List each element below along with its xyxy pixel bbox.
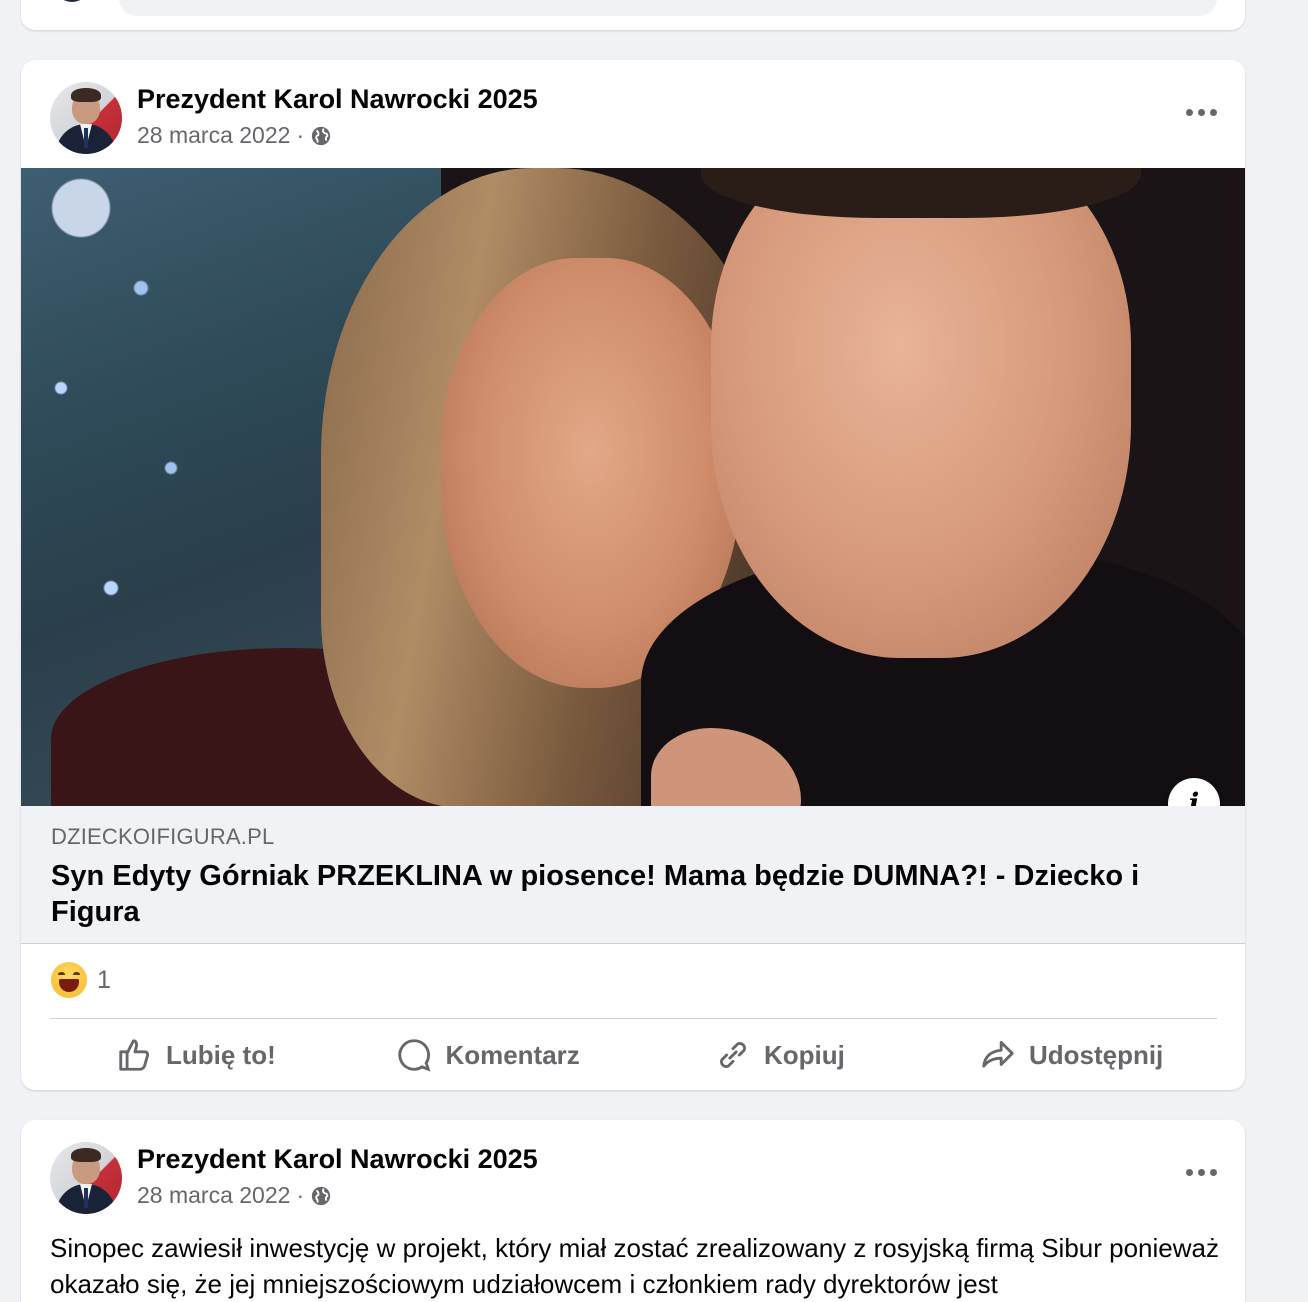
more-options-button[interactable] <box>1147 98 1217 126</box>
post-meta: 28 marca 2022 · <box>137 1182 332 1209</box>
post-actions: Lubię to! Komentarz Kopiuj Udostępnij <box>50 1024 1217 1086</box>
like-button[interactable]: Lubię to! <box>50 1024 342 1086</box>
meta-separator: · <box>296 1182 305 1208</box>
globe-icon <box>311 126 331 145</box>
like-icon <box>119 1039 150 1071</box>
post-header: Prezydent Karol Nawrocki 2025 28 marca 2… <box>21 1120 1245 1228</box>
post-meta: 28 marca 2022 · <box>137 122 332 149</box>
account-switcher[interactable]: ⌄ <box>55 0 97 12</box>
meta-separator: · <box>296 122 305 148</box>
divider <box>50 1018 1217 1019</box>
post-author[interactable]: Prezydent Karol Nawrocki 2025 <box>137 84 538 115</box>
reactions-summary[interactable]: 1 <box>51 962 111 998</box>
post-header: Prezydent Karol Nawrocki 2025 28 marca 2… <box>21 60 1245 168</box>
avatar[interactable] <box>50 1142 122 1214</box>
comment-icon <box>398 1039 431 1072</box>
more-options-button[interactable] <box>1147 1158 1217 1186</box>
share-button[interactable]: Udostępnij <box>925 1024 1217 1086</box>
post-card: Prezydent Karol Nawrocki 2025 28 marca 2… <box>21 1120 1245 1302</box>
composer-card: ⌄ <box>21 0 1245 30</box>
avatar <box>55 0 89 2</box>
comment-button[interactable]: Komentarz <box>342 1024 634 1086</box>
reaction-count: 1 <box>97 965 111 994</box>
post-text: Sinopec zawiesił inwestycję w projekt, k… <box>50 1233 1219 1299</box>
post-card: Prezydent Karol Nawrocki 2025 28 marca 2… <box>21 60 1245 1090</box>
like-label: Lubię to! <box>165 1039 276 1070</box>
globe-icon <box>311 1186 331 1205</box>
comment-label: Komentarz <box>445 1039 580 1070</box>
link-domain: DZIECKOIFIGURA.PL <box>51 824 275 849</box>
link-icon <box>719 1042 746 1068</box>
link-title: Syn Edyty Górniak PRZEKLINA w piosence! … <box>51 860 1140 928</box>
post-author[interactable]: Prezydent Karol Nawrocki 2025 <box>137 1144 538 1175</box>
share-icon <box>982 1040 1014 1068</box>
copy-label: Kopiuj <box>763 1039 845 1070</box>
post-date[interactable]: 28 marca 2022 <box>137 122 290 149</box>
composer-input[interactable] <box>119 0 1217 16</box>
post-date[interactable]: 28 marca 2022 <box>137 1182 290 1209</box>
link-preview-image[interactable] <box>21 168 1245 806</box>
link-preview[interactable]: DZIECKOIFIGURA.PL Syn Edyty Górniak PRZE… <box>21 806 1245 944</box>
avatar[interactable] <box>50 82 122 154</box>
haha-emoji-icon <box>51 962 87 998</box>
share-label: Udostępnij <box>1028 1039 1164 1070</box>
copy-link-button[interactable]: Kopiuj <box>634 1024 926 1086</box>
